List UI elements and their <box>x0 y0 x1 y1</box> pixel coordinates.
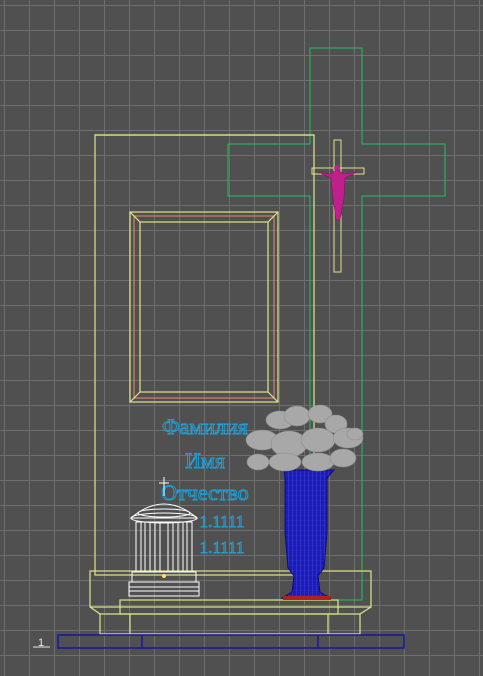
stele[interactable] <box>94 134 315 576</box>
scene-wireframe[interactable]: Фамилия Имя Отчество 1.1111 1.1111 1 <box>0 0 483 676</box>
flowers[interactable] <box>245 404 364 472</box>
vase[interactable] <box>280 469 336 600</box>
inscription-name: Имя <box>185 448 225 473</box>
inscription-patronymic: Отчество <box>161 480 249 505</box>
cross-outline[interactable] <box>227 47 446 601</box>
axis-gizmo[interactable]: 1 <box>33 637 50 649</box>
inscription-surname: Фамилия <box>162 414 248 439</box>
base-plate[interactable] <box>57 634 405 649</box>
inscription-date-death: 1.1111 <box>200 538 245 557</box>
axis-gizmo-label: 1 <box>38 637 44 649</box>
photo-frame[interactable] <box>129 211 279 403</box>
crucifix[interactable] <box>311 139 365 273</box>
3d-viewport[interactable]: Фамилия Имя Отчество 1.1111 1.1111 1 <box>0 0 483 676</box>
inscription-date-birth: 1.1111 <box>200 512 245 531</box>
inscription: Фамилия Имя Отчество 1.1111 1.1111 <box>161 414 250 558</box>
